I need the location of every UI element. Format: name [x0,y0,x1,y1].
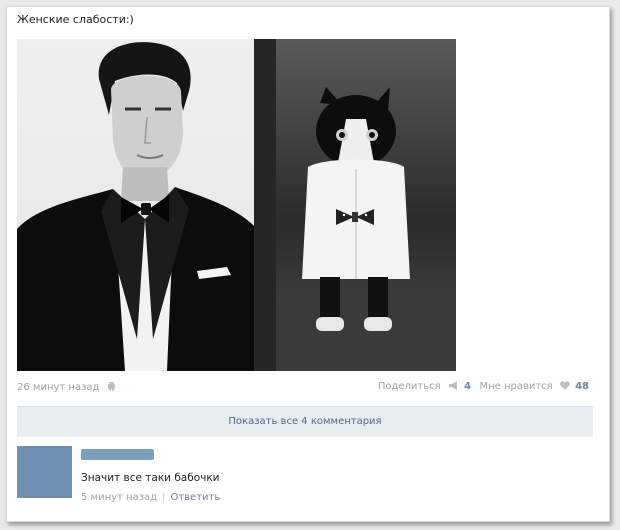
megaphone-icon [448,381,457,390]
comment-meta: 5 минут назад | Ответить [81,492,220,503]
share-button[interactable]: Поделиться 4 [378,381,471,392]
post-text: Женские слабости:) [17,13,134,26]
reply-button[interactable]: Ответить [170,492,220,503]
post-time[interactable]: 26 минут назад [17,381,116,393]
like-button[interactable]: Мне нравится 48 [479,381,589,392]
post-photo-man[interactable] [17,39,257,371]
post-meta-row: 26 минут назад Поделиться 4 Мне нравится… [17,381,589,397]
share-count: 4 [464,381,471,392]
comment-item: Значит все таки бабочки 5 минут назад | От… [17,446,593,510]
heart-icon [560,381,570,390]
post-photo-cat[interactable] [254,39,456,371]
share-label: Поделиться [377,381,441,392]
comment-author-redacted[interactable] [81,449,154,460]
separator: | [162,492,166,503]
post-time-text: 26 минут назад [17,382,100,393]
man-in-tuxedo-image [17,42,257,371]
comment-time[interactable]: 5 минут назад [81,492,157,503]
post-card: Женские слабости:) 26 минут назад Подели… [6,6,610,522]
comment-text: Значит все таки бабочки [81,472,220,484]
like-label: Мне нравится [479,381,553,392]
avatar[interactable] [17,446,72,498]
cat-in-shirt-image [254,39,456,371]
show-all-comments-button[interactable]: Показать все 4 комментария [17,406,593,437]
like-count: 48 [575,381,589,392]
android-icon [107,382,115,391]
